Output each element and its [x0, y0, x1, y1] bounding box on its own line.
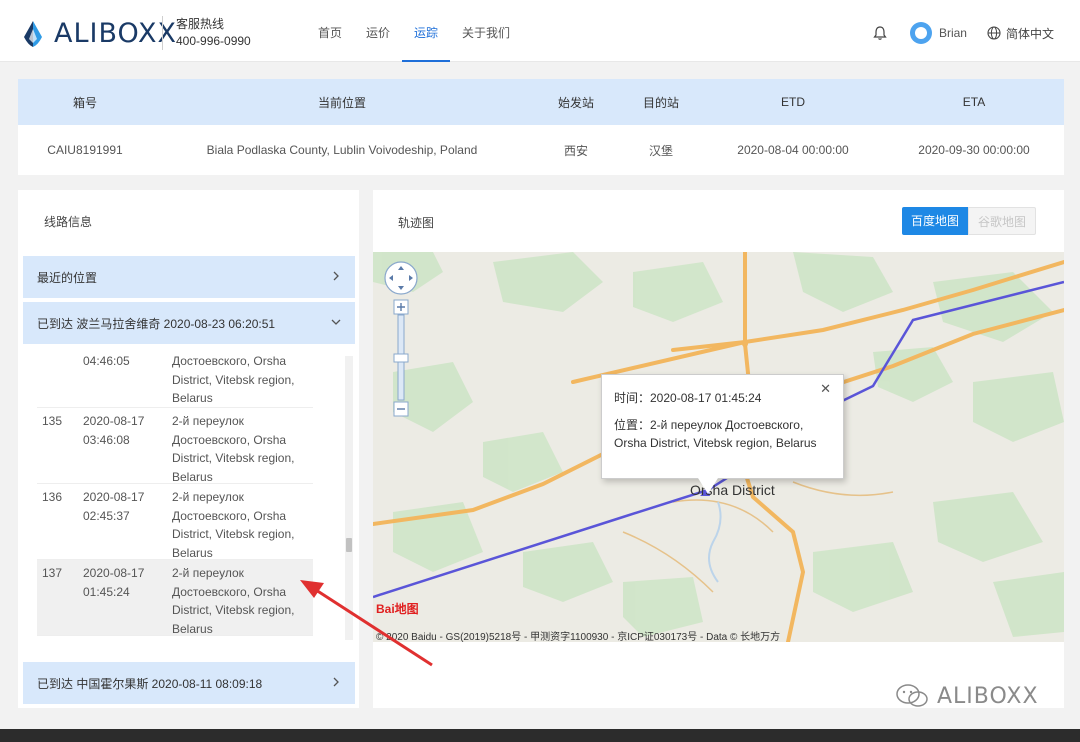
wechat-icon [896, 684, 928, 707]
annotation-arrow [300, 580, 433, 667]
watermark-text: ALIBOXX [937, 683, 1039, 709]
footer-bar [0, 729, 1080, 742]
watermark: ALIBOXX [895, 683, 1039, 709]
